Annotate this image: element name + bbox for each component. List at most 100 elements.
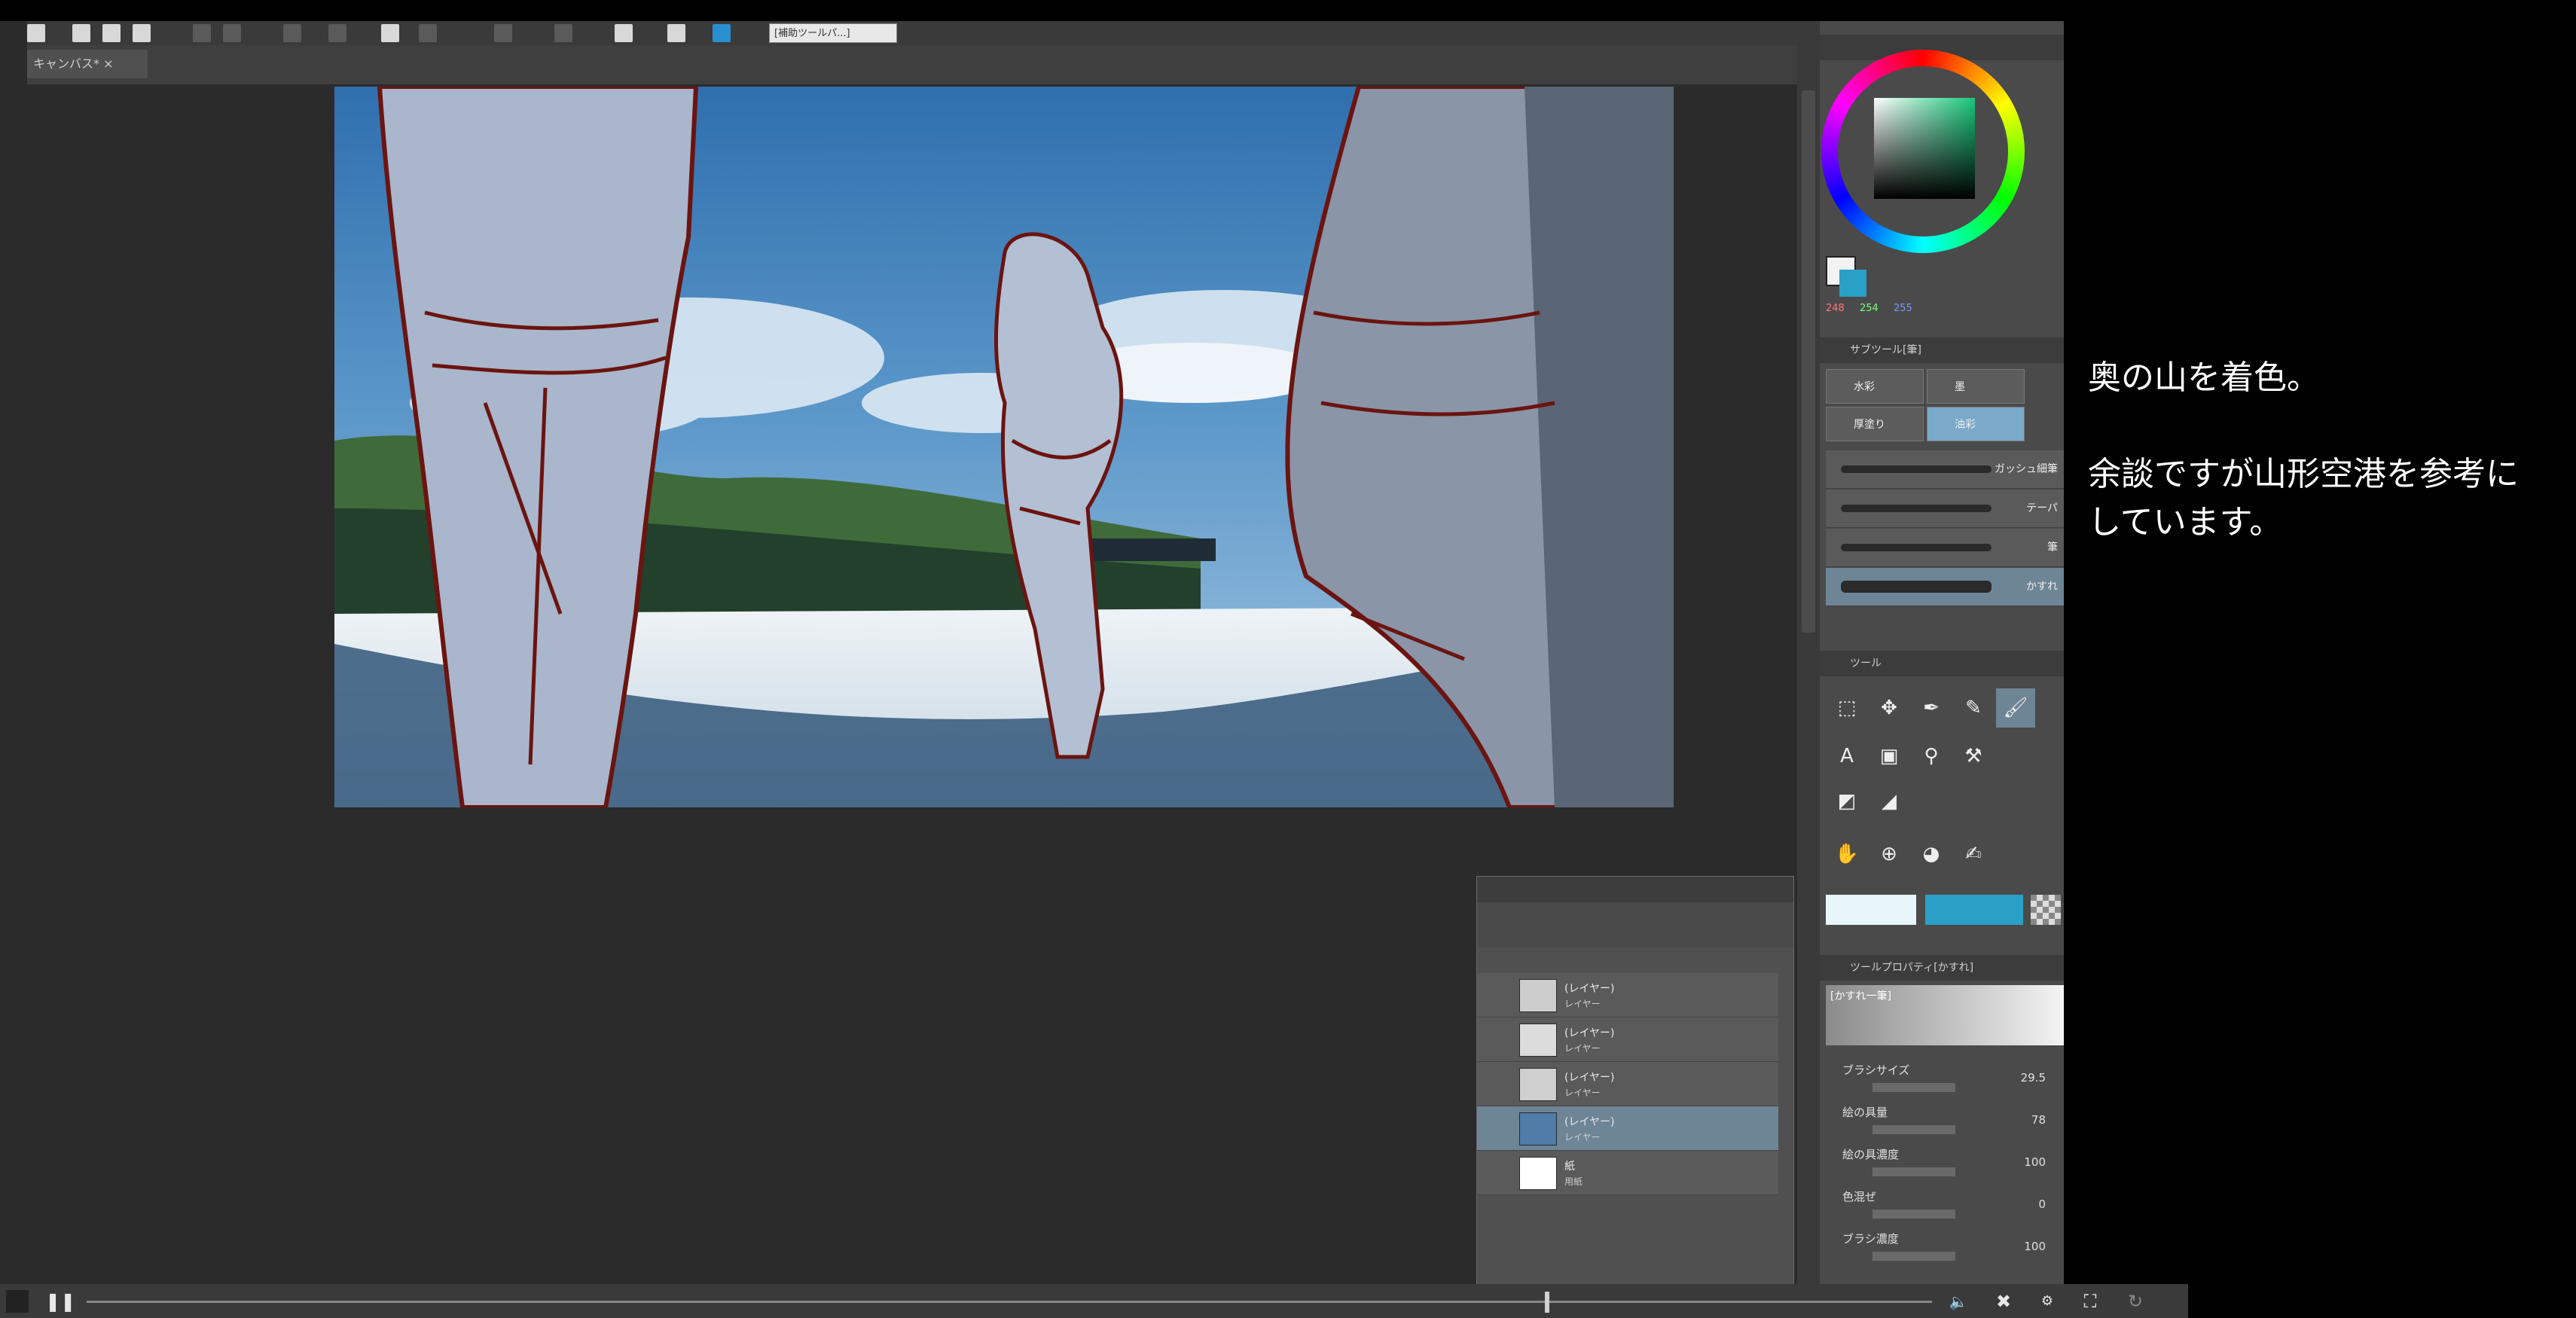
brush-preset[interactable]: 筆 bbox=[1826, 529, 2064, 567]
prop-slider[interactable] bbox=[1872, 1167, 1955, 1176]
layer-panel: (レイヤー) レイヤー (レイヤー) レイヤー (レイヤー) レイヤー (レイヤ… bbox=[1476, 876, 1794, 1286]
brush-preset-name: テーパ bbox=[2026, 502, 2058, 514]
brush-density-row[interactable]: ブラシ濃度 100 bbox=[1842, 1229, 2061, 1271]
layer-row-selected[interactable]: (レイヤー) レイヤー bbox=[1477, 1106, 1778, 1151]
fill-icon[interactable] bbox=[381, 24, 399, 42]
transform-icon[interactable] bbox=[328, 24, 346, 42]
volume-icon[interactable]: 🔈 bbox=[1947, 1290, 1970, 1313]
green-value: 254 bbox=[1859, 303, 1879, 314]
hand-tool-icon[interactable]: ✋ bbox=[1827, 834, 1866, 874]
paint-app-window: [補助ツールパ...] キャンバス* × (レイヤー) レイヤー (レイヤー) … bbox=[0, 0, 2064, 1286]
eyedropper-tool-icon[interactable]: ⚲ bbox=[1912, 737, 1951, 776]
paint-amount-row[interactable]: 絵の具量 78 bbox=[1842, 1103, 2061, 1145]
layer-row[interactable]: (レイヤー) レイヤー bbox=[1477, 973, 1778, 1017]
main-color-bar[interactable] bbox=[1826, 895, 1916, 925]
pen-tool-icon[interactable]: ✒ bbox=[1912, 688, 1951, 728]
brush-preset[interactable]: テーパ bbox=[1826, 490, 2064, 528]
pause-icon[interactable]: ❚❚ bbox=[45, 1290, 75, 1313]
prop-label: 絵の具量 bbox=[1842, 1106, 1888, 1119]
layer-row[interactable]: (レイヤー) レイヤー bbox=[1477, 1062, 1778, 1106]
seek-knob[interactable] bbox=[1544, 1292, 1549, 1313]
layer-blend-mode: レイヤー bbox=[1564, 1043, 1601, 1054]
right-palette-column: 248 254 255 サブツール[筆] 水彩 墨 厚塗り 油彩 ガッシュ細筆 … bbox=[1820, 21, 2064, 1284]
zoom-tool-icon[interactable]: ⊕ bbox=[1869, 834, 1909, 874]
layer-thumbnail bbox=[1519, 1024, 1557, 1057]
layer-blend-mode: レイヤー bbox=[1564, 1132, 1601, 1143]
close-icon[interactable]: ✖ bbox=[1992, 1290, 2015, 1313]
sub-color-swatch[interactable] bbox=[1839, 270, 1866, 297]
ruler-tool-icon[interactable]: ◢ bbox=[1869, 782, 1909, 821]
select-tool-icon[interactable] bbox=[615, 24, 633, 42]
app-icon[interactable] bbox=[27, 24, 45, 42]
save-icon[interactable] bbox=[133, 24, 151, 42]
brush-tool-icon[interactable]: 🖌 bbox=[1996, 688, 2035, 728]
transparent-color-bar[interactable] bbox=[2031, 895, 2061, 925]
seek-track[interactable] bbox=[87, 1301, 1932, 1303]
prop-value: 100 bbox=[2024, 1155, 2046, 1169]
prop-slider[interactable] bbox=[1872, 1125, 1955, 1134]
brush-preview-name: [かすれ一筆] bbox=[1830, 990, 1891, 1002]
correction-tool-icon[interactable]: ⚒ bbox=[1954, 737, 1993, 776]
prop-label: ブラシ濃度 bbox=[1842, 1232, 1899, 1246]
layer-panel-header bbox=[1477, 877, 1793, 902]
pen-icon[interactable] bbox=[667, 24, 685, 42]
subtool-tab-watercolor[interactable]: 水彩 bbox=[1826, 369, 1924, 404]
prop-slider[interactable] bbox=[1872, 1083, 1955, 1092]
red-value: 248 bbox=[1826, 303, 1845, 314]
brush-size-row[interactable]: ブラシサイズ 29.5 bbox=[1842, 1060, 2061, 1103]
layer-thumbnail bbox=[1519, 979, 1557, 1012]
layer-row[interactable]: 紙 用紙 bbox=[1477, 1151, 1778, 1195]
snap-icon[interactable] bbox=[419, 24, 437, 42]
layer-name: 紙 bbox=[1564, 1161, 1575, 1173]
brush-preset[interactable]: ガッシュ細筆 bbox=[1826, 450, 2064, 489]
brush-preset-selected[interactable]: かすれ bbox=[1826, 568, 2064, 606]
layer-panel-controls[interactable] bbox=[1477, 902, 1793, 947]
brush-preview: [かすれ一筆] bbox=[1826, 985, 2064, 1045]
subtool-field[interactable]: [補助ツールパ...] bbox=[769, 23, 897, 43]
move-tool-icon[interactable]: ✥ bbox=[1869, 688, 1909, 728]
layer-thumbnail bbox=[1519, 1068, 1557, 1101]
brush-stroke-preview bbox=[1841, 581, 1992, 593]
prop-value: 0 bbox=[2038, 1197, 2046, 1211]
selection-icon[interactable] bbox=[554, 24, 572, 42]
fill-tool-icon[interactable]: ◕ bbox=[1912, 834, 1951, 874]
artwork-canvas[interactable] bbox=[334, 87, 1674, 807]
blend-tool-icon[interactable]: ✍ bbox=[1954, 834, 1993, 874]
canvas-scrollbar[interactable] bbox=[1797, 45, 1820, 1284]
document-tab[interactable]: キャンバス* × bbox=[27, 50, 148, 78]
replay-icon[interactable]: ↻ bbox=[2124, 1290, 2147, 1313]
subtool-tab-oil[interactable]: 油彩 bbox=[1927, 407, 2025, 441]
layer-thumbnail bbox=[1519, 1112, 1557, 1146]
redo-icon[interactable] bbox=[223, 24, 241, 42]
subtool-tab-ink[interactable]: 墨 bbox=[1927, 369, 2025, 404]
tool-header: ツール bbox=[1820, 651, 2064, 676]
prop-slider[interactable] bbox=[1872, 1210, 1955, 1219]
prop-slider[interactable] bbox=[1872, 1252, 1955, 1261]
eraser-tool-icon[interactable]: ▣ bbox=[1869, 737, 1909, 776]
prop-label: 色混ぜ bbox=[1842, 1190, 1877, 1204]
settings-icon[interactable]: ⚙ bbox=[2036, 1290, 2059, 1313]
new-file-icon[interactable] bbox=[72, 24, 90, 42]
pencil-tool-icon[interactable]: ✎ bbox=[1954, 688, 1993, 728]
layer-row[interactable]: (レイヤー) レイヤー bbox=[1477, 1017, 1778, 1062]
open-file-icon[interactable] bbox=[102, 24, 121, 42]
gradient-tool-icon[interactable]: ◩ bbox=[1827, 782, 1866, 821]
text-tool-icon[interactable]: A bbox=[1827, 737, 1866, 776]
color-mix-row[interactable]: 色混ぜ 0 bbox=[1842, 1187, 2061, 1229]
prop-value: 29.5 bbox=[2020, 1071, 2046, 1085]
ruler-icon[interactable] bbox=[494, 24, 512, 42]
prop-value: 100 bbox=[2024, 1240, 2046, 1253]
layer-blend-mode: レイヤー bbox=[1564, 1088, 1601, 1098]
brush-stroke-preview bbox=[1841, 544, 1992, 551]
clear-icon[interactable] bbox=[283, 24, 301, 42]
subtool-tab-thick-paint[interactable]: 厚塗り bbox=[1826, 407, 1924, 441]
fullscreen-icon[interactable]: ⛶ bbox=[2079, 1290, 2101, 1313]
selection-tool-icon[interactable]: ⬚ bbox=[1827, 688, 1866, 728]
sub-color-bar[interactable] bbox=[1925, 895, 2023, 925]
undo-icon[interactable] bbox=[193, 24, 211, 42]
layer-blend-mode: レイヤー bbox=[1564, 999, 1601, 1009]
saturation-value-square[interactable] bbox=[1874, 98, 1975, 199]
scrollbar-thumb[interactable] bbox=[1802, 90, 1815, 633]
paint-density-row[interactable]: 絵の具濃度 100 bbox=[1842, 1145, 2061, 1187]
brush-icon[interactable] bbox=[713, 24, 731, 42]
